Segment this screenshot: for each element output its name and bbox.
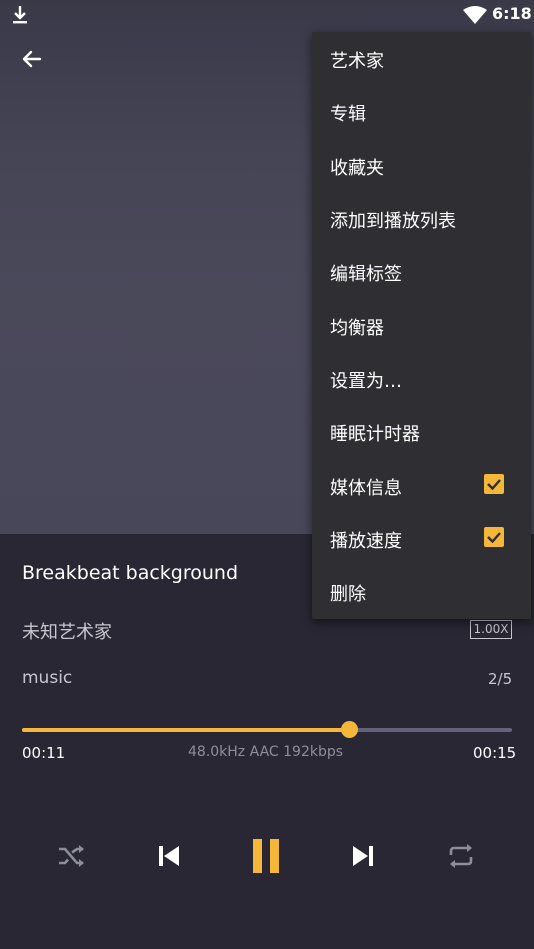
menu-item-label: 设置为… — [330, 371, 402, 392]
shuffle-button[interactable] — [52, 836, 92, 876]
back-arrow-icon — [22, 50, 42, 68]
menu-item-add-to-playlist[interactable]: 添加到播放列表 — [312, 192, 531, 245]
queue-position: 2/5 — [488, 670, 513, 688]
menu-item-sleep-timer[interactable]: 睡眠计时器 — [312, 405, 531, 458]
menu-item-equalizer[interactable]: 均衡器 — [312, 299, 531, 352]
menu-item-label: 播放速度 — [330, 531, 402, 552]
menu-item-label: 收藏夹 — [330, 158, 384, 179]
checkmark-icon — [487, 532, 501, 544]
menu-item-delete[interactable]: 删除 — [312, 565, 531, 618]
overflow-menu: 艺术家 专辑 收藏夹 添加到播放列表 编辑标签 均衡器 设置为… 睡眠计时器 媒… — [312, 32, 531, 619]
repeat-button[interactable] — [441, 836, 481, 876]
menu-item-playback-speed[interactable]: 播放速度 — [312, 512, 531, 565]
total-duration: 00:15 — [473, 744, 517, 762]
checkmark-icon — [487, 479, 501, 491]
repeat-icon — [449, 844, 473, 868]
seek-bar-thumb[interactable] — [340, 721, 358, 738]
elapsed-time: 00:11 — [22, 744, 66, 762]
audio-format: 48.0kHz AAC 192kbps — [188, 744, 344, 760]
menu-item-label: 睡眠计时器 — [330, 424, 420, 445]
menu-item-label: 艺术家 — [330, 51, 384, 72]
shuffle-icon — [59, 845, 84, 867]
menu-item-label: 均衡器 — [330, 318, 384, 339]
seek-bar[interactable] — [22, 721, 512, 738]
menu-item-label: 删除 — [330, 584, 366, 605]
menu-item-edit-tags[interactable]: 编辑标签 — [312, 245, 531, 298]
menu-item-label: 专辑 — [330, 104, 366, 125]
menu-item-set-as[interactable]: 设置为… — [312, 352, 531, 405]
next-button[interactable] — [343, 836, 383, 876]
back-button[interactable] — [17, 44, 47, 74]
track-artist[interactable]: 未知艺术家 — [22, 618, 112, 644]
skip-previous-icon — [159, 846, 179, 866]
menu-item-favorites[interactable]: 收藏夹 — [312, 139, 531, 192]
menu-item-label: 媒体信息 — [330, 478, 402, 499]
playback-speed-checkbox[interactable] — [484, 527, 504, 547]
menu-item-label: 添加到播放列表 — [330, 211, 456, 232]
pause-icon — [253, 839, 279, 873]
track-title: Breakbeat background — [22, 562, 239, 584]
download-icon — [13, 6, 27, 24]
menu-item-media-info[interactable]: 媒体信息 — [312, 459, 531, 512]
seek-bar-progress — [22, 728, 349, 732]
media-info-checkbox[interactable] — [484, 474, 504, 494]
menu-item-album[interactable]: 专辑 — [312, 85, 531, 138]
wifi-icon — [463, 6, 487, 24]
play-pause-button[interactable] — [246, 836, 286, 876]
menu-item-label: 编辑标签 — [330, 264, 402, 285]
menu-item-artist[interactable]: 艺术家 — [312, 32, 531, 85]
status-bar: 6:18 — [0, 0, 534, 30]
skip-next-icon — [353, 846, 373, 866]
playback-speed-badge[interactable]: 1.00X — [470, 620, 512, 639]
track-album[interactable]: music — [22, 668, 72, 688]
status-time: 6:18 — [492, 4, 532, 23]
previous-button[interactable] — [149, 836, 189, 876]
